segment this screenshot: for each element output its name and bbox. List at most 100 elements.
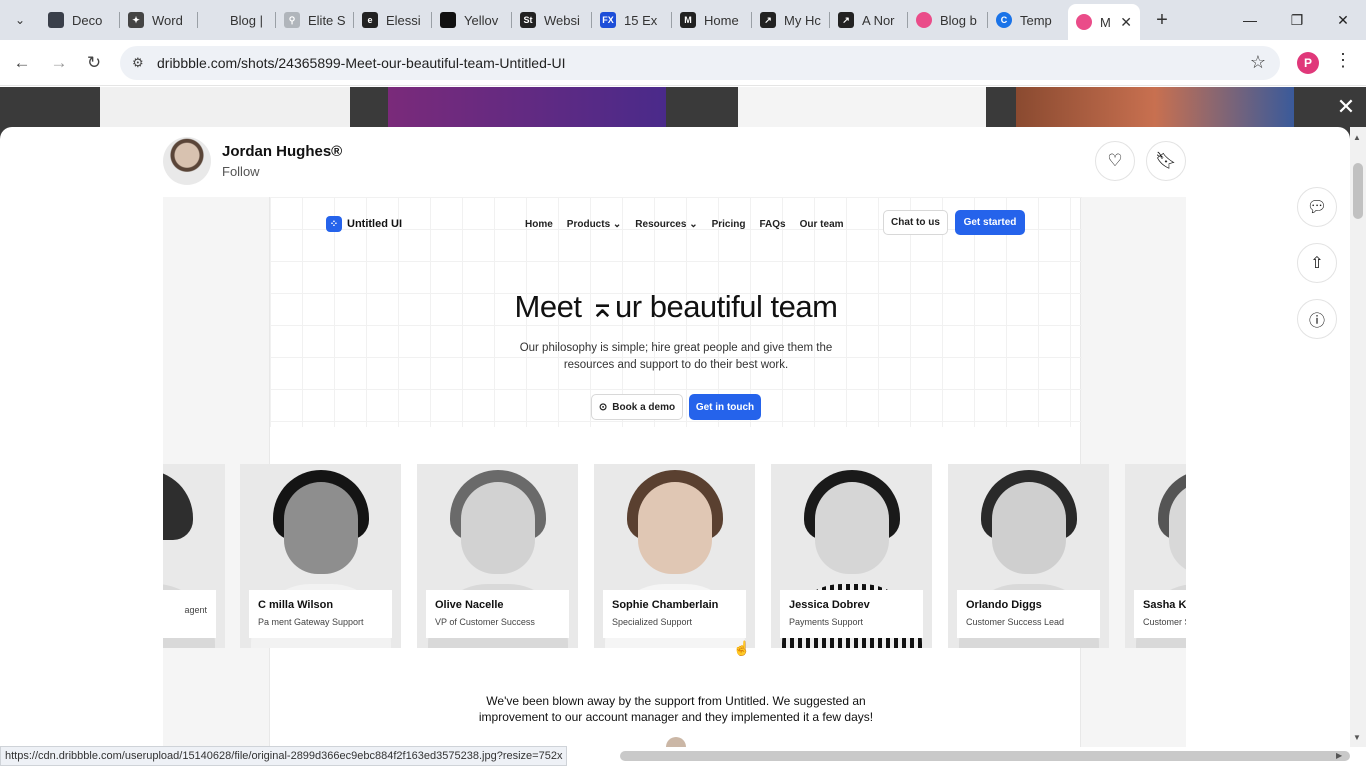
tab-word[interactable]: ✦ Word bbox=[120, 6, 198, 34]
m-favicon-icon: M bbox=[680, 12, 696, 28]
team-card: Sophie Chamberlain Specialized Support bbox=[594, 464, 755, 648]
tab-strip: ⌄ Deco ✦ Word Blog | ⚲ Elite S e Elessi … bbox=[0, 0, 1366, 40]
comment-icon[interactable]: 💬︎ bbox=[1297, 187, 1337, 227]
back-icon[interactable]: ← bbox=[9, 50, 35, 76]
design-nav-resources: Resources ⌄ bbox=[635, 219, 698, 230]
vertical-scroll-thumb[interactable] bbox=[1353, 163, 1363, 219]
bookmark-star-icon[interactable]: ☆ bbox=[1250, 52, 1266, 73]
team-card: Jessica Dobrev Payments Support bbox=[771, 464, 932, 648]
team-name: Olive Nacelle bbox=[435, 599, 504, 611]
tab-home[interactable]: M Home bbox=[672, 6, 752, 34]
canva-favicon-icon: C bbox=[996, 12, 1012, 28]
tab-my-home[interactable]: ↗ My Hc bbox=[752, 6, 830, 34]
elessi-favicon-icon: e bbox=[362, 12, 378, 28]
arrow-favicon-icon: ↗ bbox=[760, 12, 776, 28]
deco-favicon-icon bbox=[48, 12, 64, 28]
design-hero-title: Meet ⌅ur beautiful team bbox=[514, 289, 838, 324]
team-role: Payments Support bbox=[789, 617, 864, 627]
team-role: Specialized Support bbox=[612, 617, 693, 627]
scroll-up-icon[interactable]: ▲ bbox=[1353, 133, 1361, 142]
tab-search-icon[interactable]: ⌄ bbox=[8, 8, 32, 32]
background-shot-thumbnail bbox=[738, 87, 986, 127]
info-icon[interactable]: ⓘ bbox=[1297, 299, 1337, 339]
team-name: Sophie Chamberlain bbox=[612, 599, 719, 611]
untitled-logo-icon: ⁘ bbox=[326, 216, 342, 232]
like-heart-icon[interactable]: ♡ bbox=[1095, 141, 1135, 181]
design-brand: ⁘ Untitled UI bbox=[326, 216, 402, 232]
author-avatar[interactable] bbox=[163, 137, 211, 185]
team-role: Customer Success Lead bbox=[966, 617, 1065, 627]
team-card: Sasha Ki Customer S bbox=[1125, 464, 1186, 648]
horizontal-scroll-thumb[interactable] bbox=[620, 751, 1350, 761]
design-book-demo-button: ⊙ Book a demo bbox=[591, 394, 683, 420]
restore-icon[interactable]: ❐ bbox=[1279, 6, 1315, 34]
team-card: Olive Nacelle VP of Customer Success bbox=[417, 464, 578, 648]
tab-elite[interactable]: ⚲ Elite S bbox=[276, 6, 354, 34]
close-window-icon[interactable]: ✕ bbox=[1325, 6, 1361, 34]
team-name: Jessica Dobrev bbox=[789, 599, 870, 611]
design-nav-our-team: Our team bbox=[799, 219, 844, 230]
vertical-scrollbar[interactable]: ▲ ▼ bbox=[1350, 127, 1366, 747]
close-overlay-icon[interactable]: ✕ bbox=[1334, 94, 1358, 119]
design-hero-subtitle: Our philosophy is simple; hire great peo… bbox=[519, 342, 833, 371]
close-tab-icon[interactable]: ✕ bbox=[1120, 14, 1132, 31]
tab-deco[interactable]: Deco bbox=[40, 6, 120, 34]
design-nav-pricing: Pricing bbox=[711, 219, 746, 230]
tab-blog[interactable]: Blog | bbox=[198, 6, 276, 34]
scroll-right-icon[interactable]: ▶ bbox=[1336, 751, 1342, 760]
blank-favicon-icon bbox=[206, 12, 222, 28]
background-shot-thumbnail bbox=[388, 87, 666, 127]
team-name: C milla Wilson bbox=[258, 599, 334, 611]
design-get-in-touch-button: Get in touch bbox=[689, 394, 761, 420]
team-name: Sasha Ki bbox=[1143, 599, 1186, 611]
background-shot-thumbnail bbox=[1016, 87, 1294, 127]
tab-template[interactable]: C Temp bbox=[988, 6, 1068, 34]
design-chat-button: Chat to us bbox=[883, 210, 948, 235]
arrow-favicon-icon: ↗ bbox=[838, 12, 854, 28]
share-icon[interactable]: ⇧ bbox=[1297, 243, 1337, 283]
tab-yellow[interactable]: Yellov bbox=[432, 6, 512, 34]
minimize-icon[interactable]: — bbox=[1232, 6, 1268, 34]
save-bookmark-icon[interactable]: 🔖︎ bbox=[1146, 141, 1186, 181]
team-role: agent bbox=[184, 605, 207, 615]
shot-image: ⁘ Untitled UI Home Products ⌄ Resources … bbox=[163, 197, 1186, 747]
dribbble-favicon-icon bbox=[916, 12, 932, 28]
tab-a-nor[interactable]: ↗ A Nor bbox=[830, 6, 908, 34]
follow-button[interactable]: Follow bbox=[222, 164, 260, 179]
fx-favicon-icon: FX bbox=[600, 12, 616, 28]
team-role: Customer S bbox=[1143, 617, 1186, 627]
link-favicon-icon: ⚲ bbox=[284, 12, 300, 28]
author-name[interactable]: Jordan Hughes® bbox=[222, 143, 342, 160]
new-tab-icon[interactable]: + bbox=[1150, 8, 1174, 32]
page-viewport: ✕ Jordan Hughes® Follow ♡ 🔖︎ 💬︎ ⇧ ⓘ ⁘ Un… bbox=[0, 87, 1366, 747]
scroll-down-icon[interactable]: ▼ bbox=[1353, 733, 1361, 742]
team-role: Pa ment Gateway Support bbox=[258, 617, 364, 627]
team-role: VP of Customer Success bbox=[435, 617, 535, 627]
address-bar[interactable]: ⚙ dribbble.com/shots/24365899-Meet-our-b… bbox=[120, 46, 1280, 80]
team-card: agent bbox=[163, 464, 225, 648]
url-text[interactable]: dribbble.com/shots/24365899-Meet-our-bea… bbox=[157, 55, 566, 71]
tab-15-examples[interactable]: FX 15 Ex bbox=[592, 6, 672, 34]
forward-icon[interactable]: → bbox=[46, 50, 72, 76]
design-nav-home: Home bbox=[525, 219, 553, 230]
dribbble-favicon-icon bbox=[1076, 14, 1092, 30]
design-testimonial: We've been blown away by the support fro… bbox=[478, 694, 874, 724]
status-bar-url: https://cdn.dribbble.com/userupload/1514… bbox=[0, 746, 568, 766]
tab-elessi[interactable]: e Elessi bbox=[354, 6, 432, 34]
design-get-started-button: Get started bbox=[955, 210, 1025, 235]
team-card: C milla Wilson Pa ment Gateway Support bbox=[240, 464, 401, 648]
tab-website[interactable]: St Websi bbox=[512, 6, 592, 34]
reload-icon[interactable]: ↻ bbox=[81, 50, 107, 76]
profile-avatar[interactable]: P bbox=[1297, 52, 1319, 74]
play-circle-icon: ⊙ bbox=[598, 401, 608, 413]
browser-toolbar: ← → ↻ ⚙ dribbble.com/shots/24365899-Meet… bbox=[0, 40, 1366, 86]
tab-blog-b[interactable]: Blog b bbox=[908, 6, 988, 34]
site-info-icon[interactable]: ⚙ bbox=[132, 55, 144, 71]
browser-menu-icon[interactable]: ⋮ bbox=[1334, 50, 1352, 71]
design-nav: Home Products ⌄ Resources ⌄ Pricing FAQs… bbox=[525, 219, 858, 230]
pointer-cursor-icon: ☝ bbox=[733, 640, 751, 656]
design-nav-products: Products ⌄ bbox=[566, 219, 622, 230]
design-nav-faqs: FAQs bbox=[759, 219, 786, 230]
tab-active-dribbble[interactable]: M ✕ bbox=[1068, 4, 1140, 40]
st-favicon-icon: St bbox=[520, 12, 536, 28]
